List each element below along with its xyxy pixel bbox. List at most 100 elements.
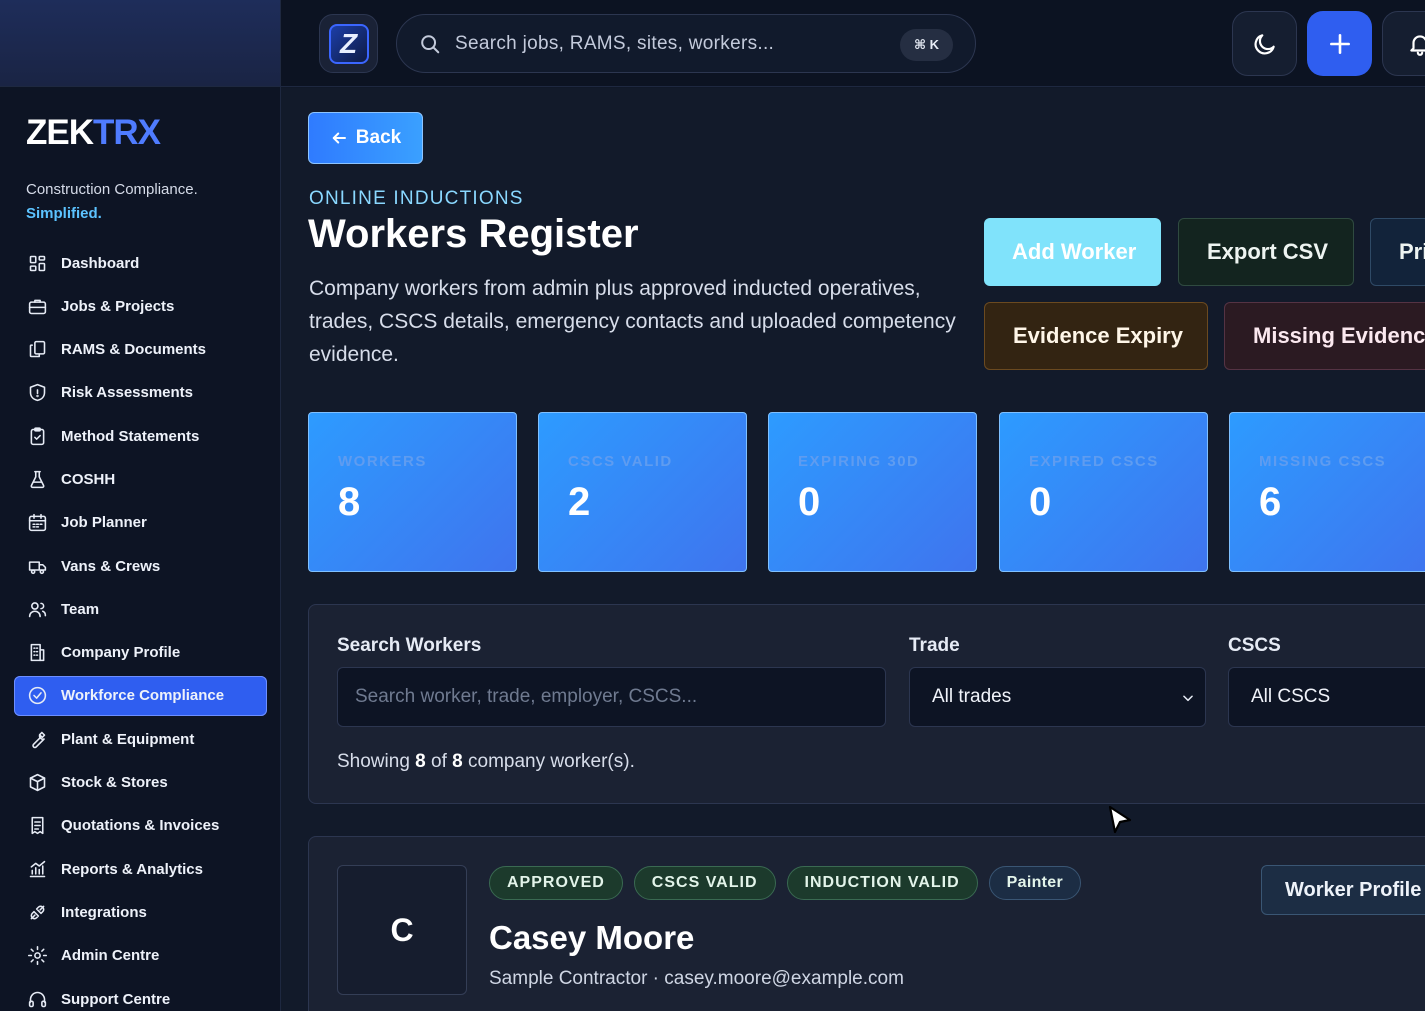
sidebar-item-reports-analytics[interactable]: Reports & Analytics: [14, 849, 267, 889]
cscs-select-value: All CSCS: [1251, 686, 1331, 707]
quick-add-button[interactable]: [1307, 11, 1372, 76]
back-button[interactable]: Back: [308, 112, 423, 164]
search-workers-input[interactable]: Search worker, trade, employer, CSCS...: [337, 667, 886, 727]
chart-icon: [26, 858, 48, 880]
results-of: of: [431, 751, 447, 772]
page-title: Workers Register: [308, 212, 639, 256]
theme-toggle-button[interactable]: [1232, 11, 1297, 76]
export-csv-button[interactable]: Export CSV: [1178, 218, 1354, 286]
sidebar-item-jobs-projects[interactable]: Jobs & Projects: [14, 286, 267, 326]
sidebar-item-team[interactable]: Team: [14, 589, 267, 629]
induction-badge: INDUCTION VALID: [786, 866, 978, 900]
mouse-cursor-icon: [1108, 805, 1132, 834]
sidebar-item-rams-documents[interactable]: RAMS & Documents: [14, 330, 267, 370]
sidebar-item-label: Support Centre: [61, 990, 171, 1008]
stat-value: 0: [798, 480, 821, 524]
stat-card-expiring-30d[interactable]: EXPIRING 30D 0: [768, 412, 977, 572]
cscs-label: CSCS: [1228, 635, 1281, 656]
stat-value: 8: [338, 480, 361, 524]
flask-icon: [26, 468, 48, 490]
dashboard-icon: [26, 252, 48, 274]
invoice-icon: [26, 815, 48, 837]
add-worker-button[interactable]: Add Worker: [984, 218, 1161, 286]
brand-tagline: Construction Compliance. Simplified.: [26, 178, 198, 226]
headset-icon: [26, 988, 48, 1010]
tagline-text: Construction Compliance.: [26, 181, 198, 198]
worker-profile-button[interactable]: Worker Profile: [1261, 865, 1425, 915]
bell-icon: [1409, 34, 1425, 56]
sidebar-item-label: Risk Assessments: [61, 384, 194, 402]
stat-card-workers[interactable]: WORKERS 8: [308, 412, 517, 572]
search-icon: [421, 34, 440, 53]
sidebar-item-stock-stores[interactable]: Stock & Stores: [14, 763, 267, 803]
sidebar-item-workforce-compliance[interactable]: Workforce Compliance: [14, 675, 267, 716]
sidebar-item-coshh[interactable]: COSHH: [14, 459, 267, 499]
evidence-expiry-button[interactable]: Evidence Expiry: [984, 302, 1208, 370]
trade-select[interactable]: All trades: [909, 667, 1206, 727]
sidebar-item-label: Quotations & Invoices: [61, 817, 220, 835]
sidebar-item-vans-crews[interactable]: Vans & Crews: [14, 546, 267, 586]
sidebar-item-dashboard[interactable]: Dashboard: [14, 243, 267, 283]
sidebar-item-label: Vans & Crews: [61, 557, 161, 575]
results-count: Showing 8 of 8 company worker(s).: [337, 751, 635, 773]
sidebar-item-integrations[interactable]: Integrations: [14, 892, 267, 932]
briefcase-icon: [26, 295, 48, 317]
clipboard-icon: [26, 425, 48, 447]
sidebar-item-admin-centre[interactable]: Admin Centre: [14, 936, 267, 976]
sidebar-item-label: COSHH: [61, 470, 116, 488]
filters-panel: Search Workers Search worker, trade, emp…: [308, 604, 1425, 804]
app-logo-button[interactable]: Z: [319, 14, 378, 73]
sidebar-item-label: Job Planner: [61, 514, 147, 532]
sidebar-item-job-planner[interactable]: Job Planner: [14, 503, 267, 543]
stat-card-missing-cscs[interactable]: MISSING CSCS 6: [1229, 412, 1425, 572]
stat-card-cscs-valid[interactable]: CSCS VALID 2: [538, 412, 747, 572]
keyboard-shortcut-badge: ⌘ K: [899, 29, 953, 61]
sidebar-item-label: RAMS & Documents: [61, 341, 207, 359]
notifications-button[interactable]: [1382, 11, 1425, 76]
building-icon: [26, 642, 48, 664]
brand-logo[interactable]: ZEKTRX: [26, 113, 161, 153]
status-badge: APPROVED: [489, 866, 623, 900]
sidebar-item-plant-equipment[interactable]: Plant & Equipment: [14, 719, 267, 759]
stats-row: WORKERS 8 CSCS VALID 2 EXPIRING 30D 0 EXPIRED …: [308, 412, 1425, 572]
sidebar-item-quotations-invoices[interactable]: Quotations & Invoices: [14, 806, 267, 846]
stat-card-expired-cscs[interactable]: EXPIRED CSCS 0: [999, 412, 1208, 572]
plug-icon: [26, 901, 48, 923]
results-prefix: Showing: [337, 751, 410, 772]
van-icon: [26, 555, 48, 577]
chevron-down-icon: [1183, 695, 1193, 702]
trade-select-value: All trades: [932, 686, 1012, 707]
arrow-left-icon: [332, 132, 346, 144]
sidebar-item-label: Integrations: [61, 903, 147, 921]
print-button[interactable]: Pri: [1370, 218, 1425, 286]
sidebar-nav: Dashboard Jobs & Projects RAMS & Documents…: [14, 243, 267, 1011]
sidebar-item-risk-assessments[interactable]: Risk Assessments: [14, 373, 267, 413]
back-button-label: Back: [355, 127, 402, 148]
sidebar-item-company-profile[interactable]: Company Profile: [14, 633, 267, 673]
search-workers-placeholder: Search worker, trade, employer, CSCS...: [355, 686, 698, 707]
sidebar-item-label: Admin Centre: [61, 947, 160, 965]
sidebar-item-method-statements[interactable]: Method Statements: [14, 416, 267, 456]
global-search[interactable]: Search jobs, RAMS, sites, workers... ⌘ K: [396, 14, 976, 73]
plus-icon: [1329, 33, 1350, 54]
search-placeholder: Search jobs, RAMS, sites, workers...: [455, 32, 775, 54]
gear-icon: [26, 945, 48, 967]
stat-label: EXPIRED CSCS: [1029, 453, 1159, 470]
stat-label: CSCS VALID: [568, 453, 673, 470]
sidebar-item-support-centre[interactable]: Support Centre: [14, 979, 267, 1011]
trade-label: Trade: [909, 635, 960, 656]
cscs-select[interactable]: All CSCS: [1228, 667, 1425, 727]
shield-icon: [26, 382, 48, 404]
sidebar-item-label: Reports & Analytics: [61, 860, 203, 878]
search-workers-label: Search Workers: [337, 635, 482, 656]
cscs-badge: CSCS VALID: [633, 866, 776, 900]
stat-label: EXPIRING 30D: [798, 453, 920, 470]
tagline-highlight: Simplified.: [26, 205, 102, 222]
worker-name: Casey Moore: [489, 919, 695, 956]
main-content: Back ONLINE INDUCTIONS Workers Register …: [281, 88, 1425, 1011]
trade-badge: Painter: [988, 866, 1081, 900]
stat-label: MISSING CSCS: [1259, 453, 1387, 470]
missing-evidence-button[interactable]: Missing Evidence: [1224, 302, 1425, 370]
brand-name-part2: TRX: [93, 113, 161, 152]
sidebar-item-label: Method Statements: [61, 427, 200, 445]
